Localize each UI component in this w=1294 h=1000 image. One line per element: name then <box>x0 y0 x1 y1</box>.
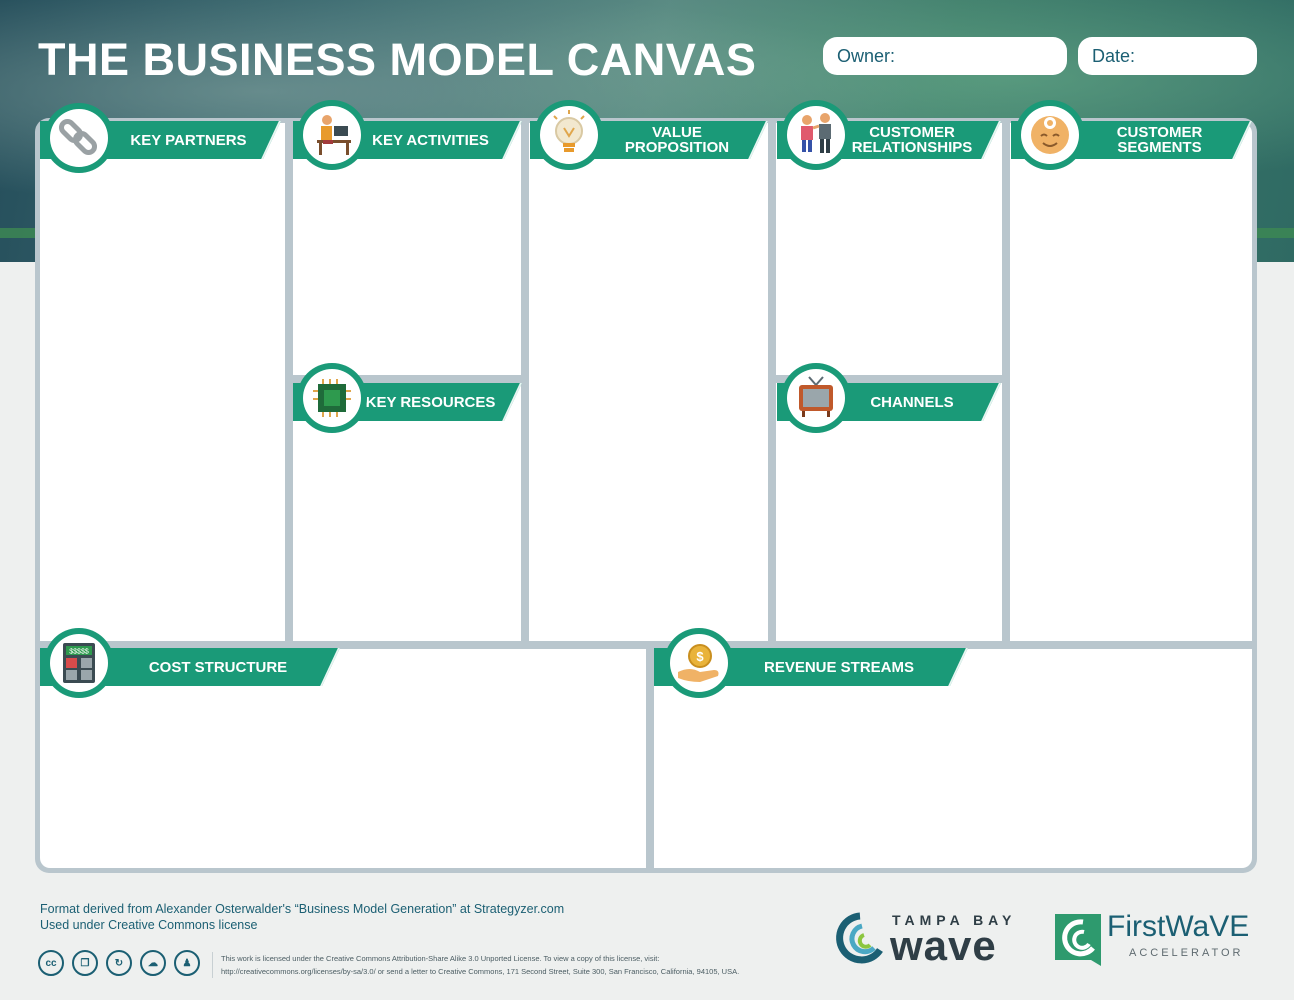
share-icon[interactable]: ☁ <box>140 950 166 976</box>
light-bulb-icon <box>553 110 585 152</box>
channels-medal <box>781 363 851 433</box>
accelerator-text: ACCELERATOR <box>1129 947 1244 959</box>
license-line-1: This work is licensed under the Creative… <box>221 954 660 963</box>
revenue-streams-label: REVENUE STREAMS <box>763 658 915 676</box>
key-activities-label: KEY ACTIVITIES <box>372 131 489 149</box>
value-proposition-medal <box>534 100 604 170</box>
customer-relationships-label: CUSTOMER RELATIONSHIPS <box>851 124 973 156</box>
owner-field[interactable]: Owner: <box>823 37 1067 75</box>
credit-line-1: Format derived from Alexander Osterwalde… <box>40 902 565 916</box>
license-text: This work is licensed under the Creative… <box>212 952 739 978</box>
cc-icon[interactable]: cc <box>38 950 64 976</box>
wave-swirl-icon <box>836 912 883 964</box>
key-activities-medal <box>297 100 367 170</box>
firstwave-mark-icon <box>1055 914 1101 966</box>
television-icon <box>799 376 833 417</box>
copy-icon[interactable]: ❐ <box>72 950 98 976</box>
customer-segments-box[interactable] <box>1010 123 1252 641</box>
canvas-frame <box>35 118 1257 873</box>
firstwave-text: FirstWaVE <box>1107 910 1250 943</box>
channels-label: CHANNELS <box>870 393 954 411</box>
license-icons: cc ❐ ↻ ☁ ♟ <box>38 950 200 976</box>
key-partners-box[interactable] <box>40 123 285 641</box>
value-proposition-label: VALUE PROPOSITION <box>624 124 730 156</box>
key-resources-label: KEY RESOURCES <box>365 393 496 411</box>
customer-relationships-medal <box>781 100 851 170</box>
calculator-screen-text: $$$$$ <box>69 649 89 656</box>
tampa-bay-wave-logo[interactable]: TAMPA BAY wave <box>830 910 1030 969</box>
calculator-icon: $$$$$ <box>63 643 95 683</box>
key-partners-medal <box>44 103 114 173</box>
svg-text:$: $ <box>696 649 704 664</box>
cost-structure-medal: $$$$$ <box>44 628 114 698</box>
wave-text: wave <box>890 922 997 969</box>
credit-line-2: Used under Creative Commons license <box>40 918 258 932</box>
two-people-icon <box>801 113 831 153</box>
chain-link-icon <box>58 118 98 156</box>
microchip-icon <box>313 379 351 417</box>
customer-segments-medal <box>1015 100 1085 170</box>
key-resources-medal <box>297 363 367 433</box>
smiling-face-icon <box>1031 116 1069 154</box>
license-line-2[interactable]: http://creativecommons.org/licenses/by-s… <box>221 965 739 978</box>
revenue-streams-medal: $ <box>664 628 734 698</box>
attribution-icon[interactable]: ♟ <box>174 950 200 976</box>
value-proposition-box[interactable] <box>529 123 768 641</box>
firstwave-logo[interactable]: FirstWaVE ACCELERATOR <box>1053 910 1263 966</box>
customer-segments-label: CUSTOMER SEGMENTS <box>1116 124 1203 156</box>
key-partners-label: KEY PARTNERS <box>130 131 247 149</box>
date-field[interactable]: Date: <box>1078 37 1257 75</box>
coin-in-hand-icon: $ <box>678 644 719 682</box>
cost-structure-label: COST STRUCTURE <box>148 658 288 676</box>
person-at-desk-icon <box>317 115 351 155</box>
refresh-icon[interactable]: ↻ <box>106 950 132 976</box>
page-title: THE BUSINESS MODEL CANVAS <box>38 34 757 85</box>
